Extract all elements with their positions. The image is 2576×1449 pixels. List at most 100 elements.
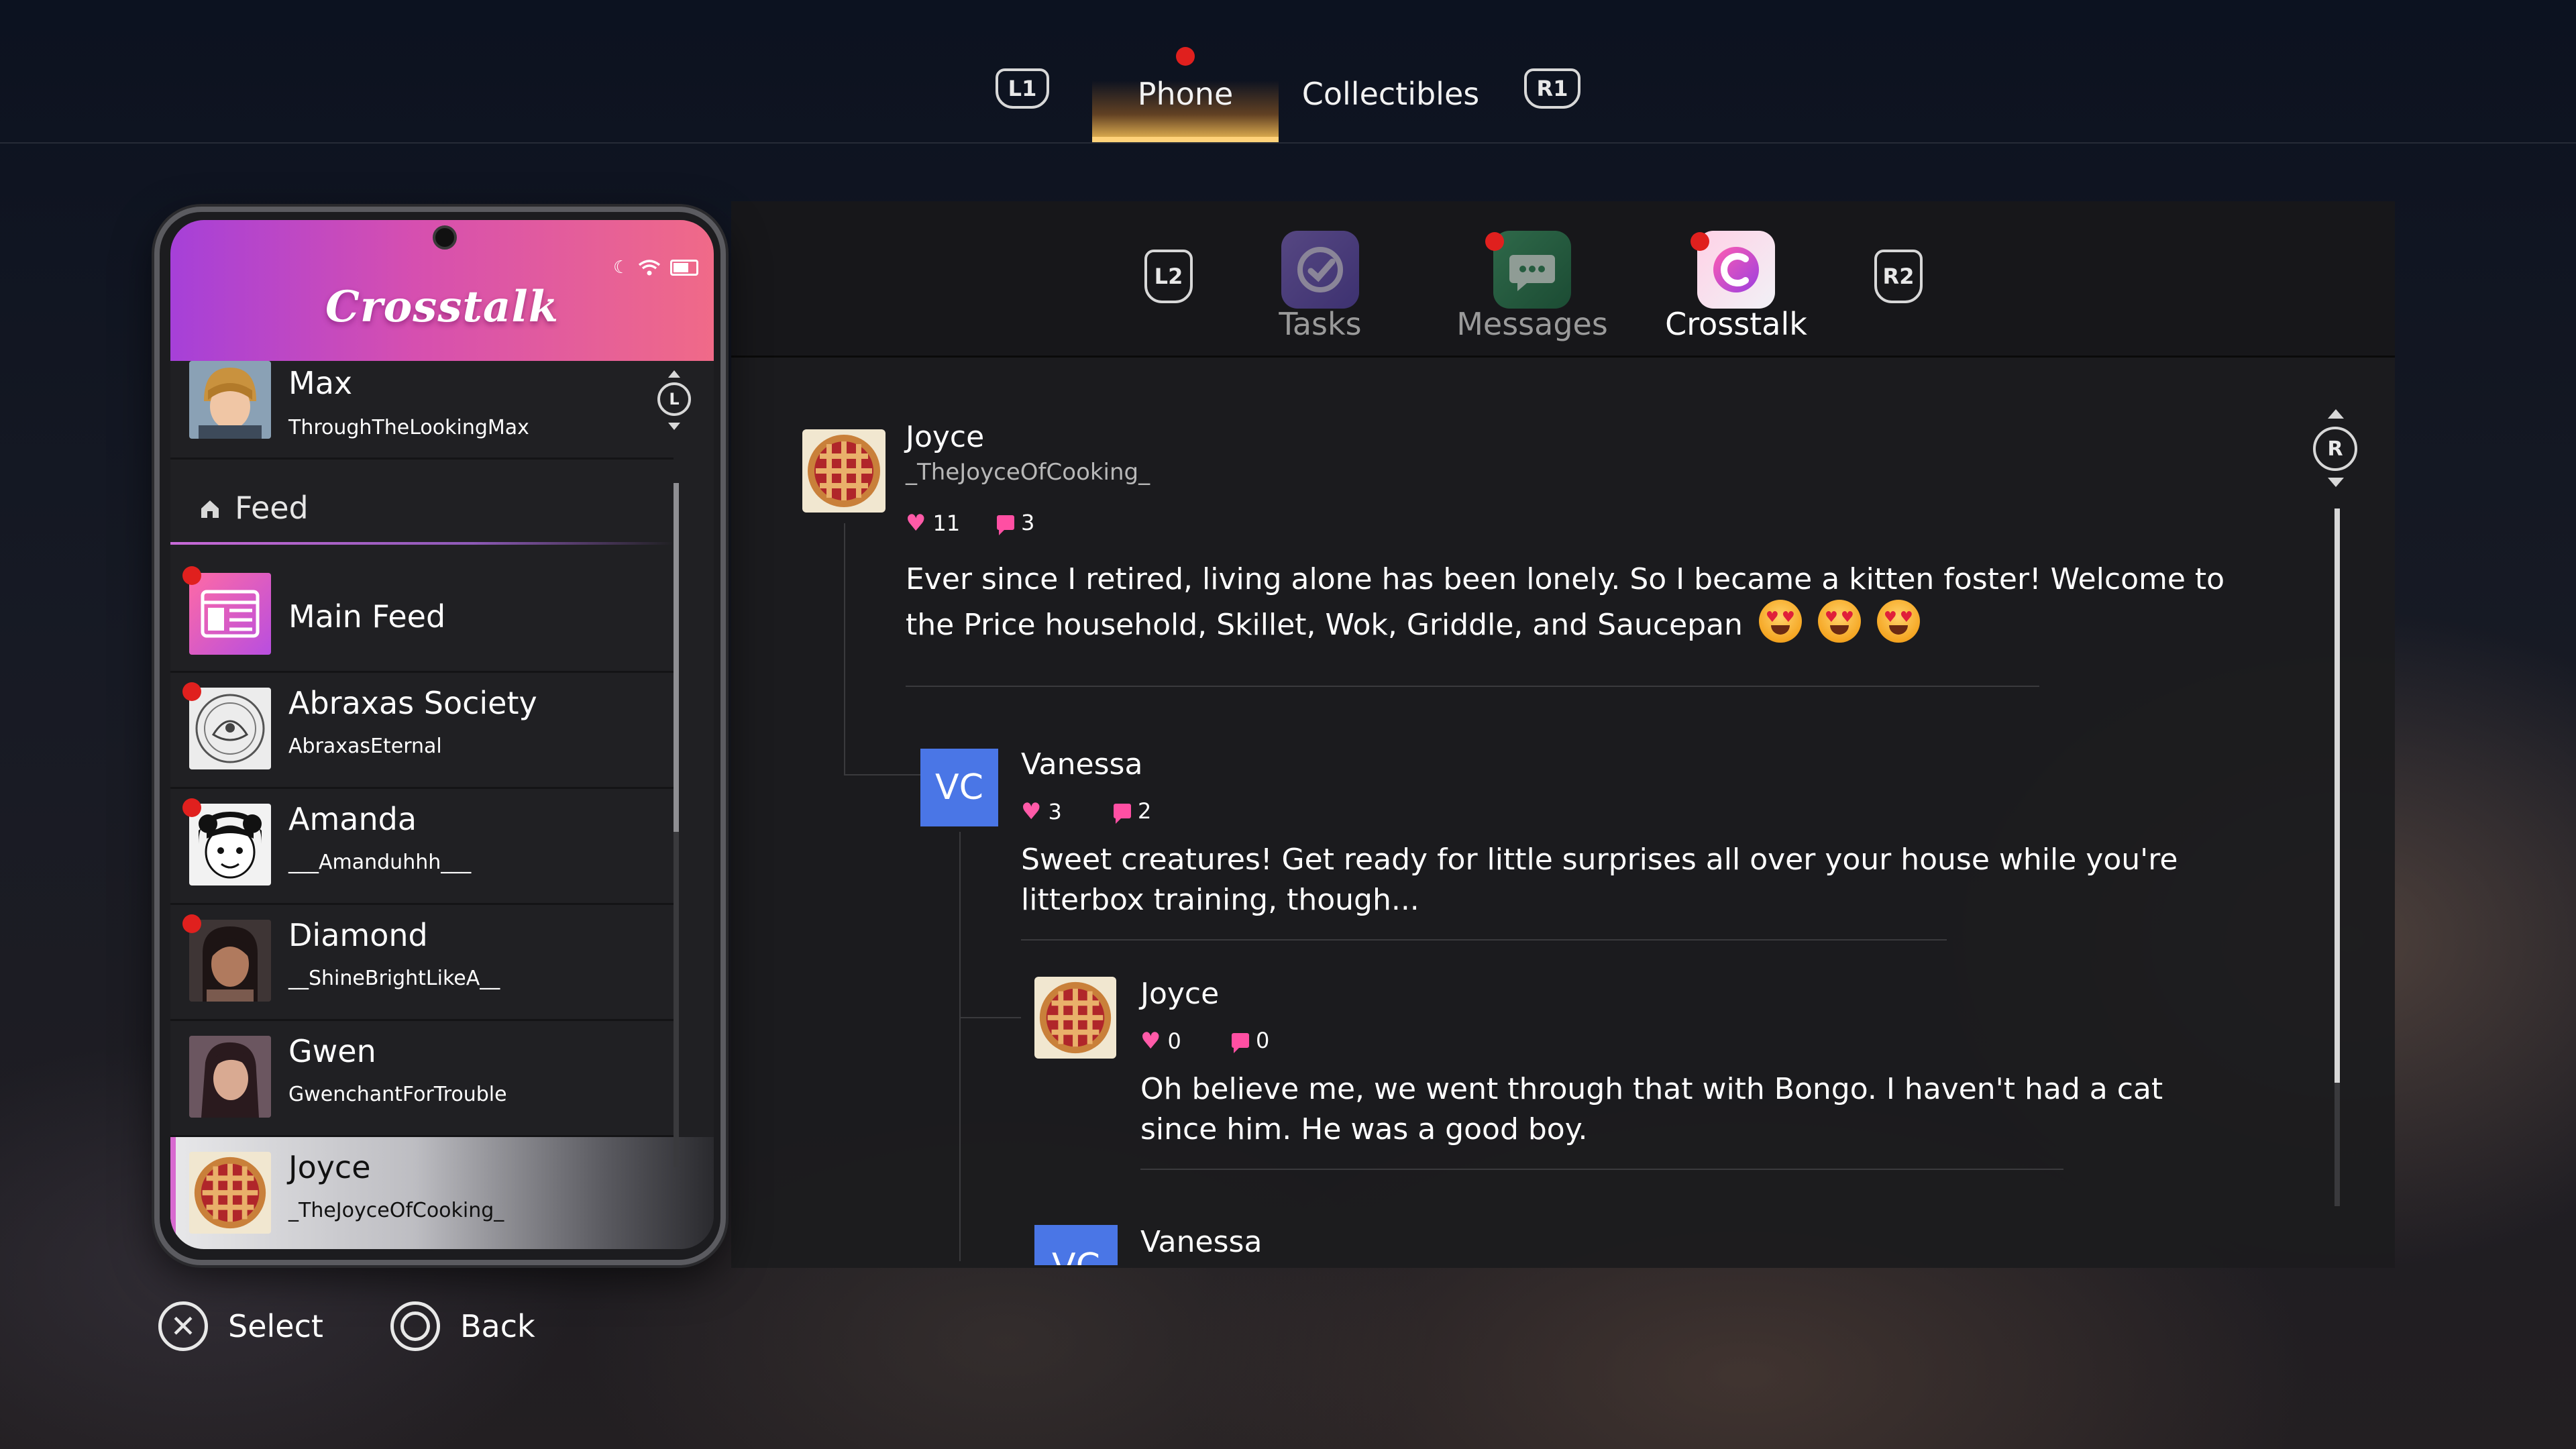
chat-bubble-icon	[1509, 255, 1555, 291]
scroll-down-arrow-icon	[668, 423, 680, 430]
post-handle: _TheJoyceOfCooking_	[906, 459, 1150, 486]
comment-icon	[997, 515, 1014, 535]
reply-author: Vanessa	[1021, 747, 1143, 782]
l1-label: L1	[1008, 76, 1037, 101]
contact-joyce[interactable]: Joyce _TheJoyceOfCooking_	[170, 1137, 714, 1249]
comment-icon	[1114, 804, 1131, 824]
contact-gwen[interactable]: Gwen GwenchantForTrouble	[170, 1021, 674, 1135]
select-prompt[interactable]: ✕ Select	[158, 1301, 323, 1351]
joyce-avatar[interactable]	[802, 429, 885, 513]
thread-line	[959, 832, 961, 1261]
tab-collectibles[interactable]: Collectibles	[1295, 74, 1487, 114]
l2-button[interactable]: L2	[1144, 250, 1193, 303]
vanessa-avatar[interactable]: VC	[920, 749, 998, 826]
reply-likes-count: 0	[1167, 1028, 1181, 1054]
top-nav-divider	[0, 142, 2576, 144]
contact-abraxas-society[interactable]: Abraxas Society AbraxasEternal	[170, 673, 674, 787]
contact-handle: __ShineBrightLikeA__	[288, 967, 500, 990]
profile-name: Max	[288, 365, 353, 401]
vanessa-initials: VC	[1052, 1246, 1100, 1265]
active-tab-underline	[1092, 137, 1279, 142]
reply-divider	[1140, 1169, 2063, 1170]
heart-icon: ♥	[1140, 1028, 1161, 1055]
contact-name: Diamond	[288, 917, 428, 953]
contact-amanda[interactable]: Amanda ___Amanduhhh___	[170, 789, 674, 903]
gwen-avatar	[189, 1036, 271, 1118]
cross-button-icon: ✕	[158, 1301, 208, 1351]
l-stick-badge[interactable]: L	[657, 382, 691, 416]
contact-main-feed[interactable]: Main Feed	[170, 555, 674, 671]
notification-dot	[182, 798, 201, 817]
tab-collectibles-label: Collectibles	[1301, 76, 1480, 112]
back-prompt[interactable]: Back	[390, 1301, 535, 1351]
post-likes: ♥ 11	[906, 510, 960, 537]
tab-phone[interactable]: Phone	[1092, 74, 1279, 114]
post-text: Ever since I retired, living alone has b…	[906, 559, 2274, 645]
select-label: Select	[228, 1308, 323, 1344]
max-avatar	[189, 361, 271, 439]
heart-icon: ♥	[1021, 798, 1042, 825]
profile-handle: ThroughTheLookingMax	[288, 416, 529, 439]
profile-separator	[170, 458, 674, 460]
battery-icon	[670, 260, 699, 276]
r1-label: R1	[1536, 76, 1568, 101]
contact-handle: AbraxasEternal	[288, 735, 442, 758]
thread-branch	[959, 1017, 1021, 1018]
home-icon	[201, 500, 219, 518]
pie-icon	[1034, 977, 1116, 1059]
thread-branch	[844, 774, 923, 775]
contact-handle: ___Amanduhhh___	[288, 851, 472, 874]
feed-section-header: Feed	[170, 482, 674, 542]
scroll-up-arrow-icon	[668, 370, 680, 378]
scroll-down-arrow-icon	[2328, 478, 2344, 487]
tasks-app-icon[interactable]	[1281, 231, 1359, 309]
contact-name: Joyce	[288, 1149, 371, 1185]
messages-app-icon[interactable]	[1493, 231, 1571, 309]
heart-eyes-emoji-icon: ♥ ♥	[1876, 600, 1920, 643]
heart-icon: ♥	[906, 510, 926, 537]
profile-row[interactable]: Max ThroughTheLookingMax	[170, 361, 674, 462]
camera-icon	[433, 225, 457, 250]
post-comments-count: 3	[1021, 510, 1035, 535]
notification-dot	[182, 566, 201, 585]
feed-section-underline	[170, 542, 674, 545]
tab-phone-label: Phone	[1137, 76, 1234, 112]
contact-diamond[interactable]: Diamond __ShineBrightLikeA__	[170, 905, 674, 1019]
phone-app-title: Crosstalk	[325, 282, 559, 332]
contact-handle: GwenchantForTrouble	[288, 1083, 507, 1106]
contact-name: Gwen	[288, 1033, 376, 1069]
phone-tab-notification-dot	[1176, 47, 1195, 66]
diamond-avatar	[189, 920, 271, 1002]
crosstalk-logo-icon	[1713, 247, 1759, 292]
reply-comments: 2	[1114, 798, 1151, 824]
phone-screen: ☾ Crosstalk Max ThroughTheLookingMax L F…	[170, 220, 714, 1249]
reply-likes-count: 3	[1048, 799, 1062, 824]
crosstalk-app-label: Crosstalk	[1665, 306, 1807, 342]
r-stick-badge[interactable]: R	[2313, 427, 2357, 471]
post-text-content: Ever since I retired, living alone has b…	[906, 562, 2225, 642]
reply-author: Joyce	[1140, 977, 1220, 1011]
reply-author: Vanessa	[1140, 1225, 1263, 1259]
check-icon	[1297, 247, 1343, 292]
r1-button[interactable]: R1	[1524, 68, 1580, 109]
notification-dot	[182, 682, 201, 701]
contact-name: Abraxas Society	[288, 685, 537, 721]
vanessa-initials: VC	[935, 767, 983, 808]
crosstalk-notification-dot	[1690, 232, 1709, 251]
status-icons: ☾	[613, 258, 699, 278]
vanessa-avatar[interactable]: VC	[1034, 1225, 1118, 1265]
contact-name: Main Feed	[288, 598, 446, 635]
l1-button[interactable]: L1	[996, 68, 1049, 109]
post-author: Joyce	[906, 420, 985, 454]
feed-scrollbar-thumb[interactable]	[2334, 508, 2340, 1083]
tasks-app-label: Tasks	[1279, 306, 1362, 342]
abraxas-avatar	[189, 688, 271, 769]
reply-comments: 0	[1232, 1028, 1269, 1053]
scroll-up-arrow-icon	[2328, 409, 2344, 419]
phone-header: ☾ Crosstalk	[170, 220, 714, 361]
heart-eyes-emoji-icon: ♥ ♥	[1817, 600, 1861, 643]
r2-button[interactable]: R2	[1874, 250, 1923, 303]
contacts-scrollbar-thumb[interactable]	[674, 483, 679, 832]
reply-comments-count: 0	[1256, 1028, 1270, 1053]
joyce-avatar[interactable]	[1034, 977, 1116, 1059]
